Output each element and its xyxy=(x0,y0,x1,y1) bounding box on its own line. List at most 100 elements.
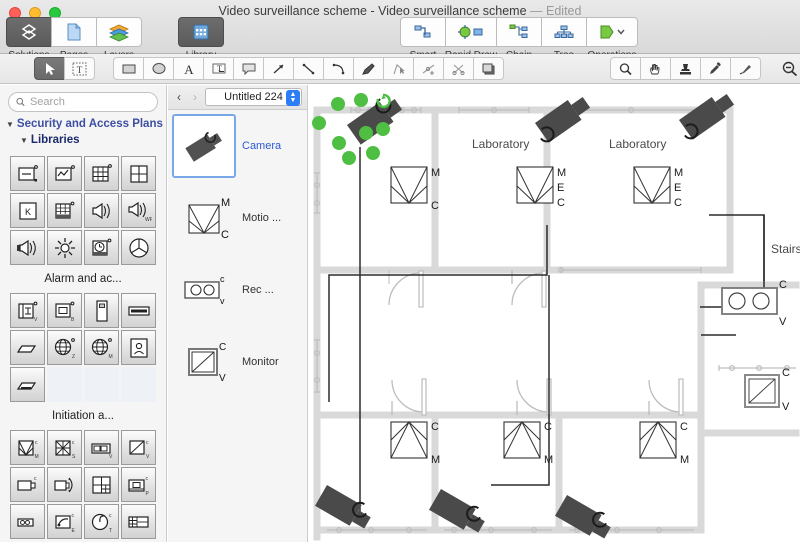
hand-tool-button[interactable] xyxy=(640,57,671,80)
sidebar-item-security-and-access-plans[interactable]: ▼ Security and Access Plans xyxy=(0,116,166,132)
shape-item-monitor[interactable]: C V Monitor xyxy=(168,326,307,398)
library-button[interactable]: Library xyxy=(178,17,224,47)
scanner-shape-cell[interactable] xyxy=(10,330,45,365)
ellipse-tool-button[interactable] xyxy=(143,57,174,80)
disclosure-triangle-icon[interactable]: ▼ xyxy=(20,136,28,145)
solutions-button[interactable]: Solutions xyxy=(6,17,52,47)
camera-box-shape-cell[interactable]: c xyxy=(10,467,45,502)
rectangle-tool-button[interactable] xyxy=(113,57,144,80)
stepper-updown-icon[interactable]: ▲▼ xyxy=(286,90,300,106)
solutions-sidebar[interactable]: ▼ Security and Access Plans ▼ Libraries xyxy=(0,85,167,542)
chain-button[interactable]: Chain xyxy=(496,17,542,47)
camera-bottom-3[interactable] xyxy=(555,493,615,542)
shape-item-motion-detector[interactable]: M C Motio ... xyxy=(168,182,307,254)
motion-detector[interactable] xyxy=(504,422,540,458)
layers-button[interactable]: Layers xyxy=(96,17,142,47)
printer-shape-cell[interactable]: c P xyxy=(121,467,156,502)
selection-handle[interactable] xyxy=(331,97,345,111)
search-box[interactable] xyxy=(8,92,158,112)
keypad-shape-cell[interactable] xyxy=(47,193,82,228)
window-grid-shape-cell[interactable] xyxy=(121,156,156,191)
shadow-tool-button[interactable] xyxy=(473,57,504,80)
arc-tool-button[interactable] xyxy=(323,57,354,80)
drawing-canvas[interactable]: Laboratory Laboratory Stairs M C M E C M… xyxy=(309,85,800,542)
format-painter-tool-button[interactable] xyxy=(730,57,761,80)
search-input[interactable] xyxy=(30,96,150,108)
sidebar-item-libraries[interactable]: ▼ Libraries xyxy=(0,132,166,148)
recorder-device[interactable] xyxy=(722,288,777,314)
k-box-shape-cell[interactable]: K xyxy=(10,193,45,228)
camera-bottom-1[interactable] xyxy=(315,483,375,533)
document-select[interactable]: Untitled 224 ▲▼ xyxy=(205,88,302,106)
speaker-shape-cell[interactable] xyxy=(10,230,45,265)
arrow-tool-button[interactable] xyxy=(263,57,294,80)
pull-station-shape-cell[interactable]: V xyxy=(10,293,45,328)
zoom-tool-button[interactable] xyxy=(610,57,641,80)
multiplexer-shape-cell[interactable] xyxy=(121,504,156,539)
motion-detector-shape-cell[interactable]: c M xyxy=(10,430,45,465)
pointer-tool-button[interactable] xyxy=(34,57,65,80)
motion-detector[interactable] xyxy=(517,167,553,203)
selection-handle[interactable] xyxy=(342,151,356,165)
motion-detector[interactable] xyxy=(391,167,427,203)
bar-sensor-shape-cell[interactable] xyxy=(121,293,156,328)
camera-lab-1[interactable] xyxy=(532,92,593,145)
annunciator-shape-cell[interactable] xyxy=(10,156,45,191)
globe-z-shape-cell[interactable]: Z xyxy=(47,330,82,365)
motion-detector[interactable] xyxy=(640,422,676,458)
vcr-shape-cell[interactable] xyxy=(10,504,45,539)
edit-point-tool-button[interactable] xyxy=(383,57,414,80)
selection-handle[interactable] xyxy=(312,116,326,130)
text-select-tool-button[interactable]: T xyxy=(64,57,95,80)
badge-reader-shape-cell[interactable] xyxy=(121,330,156,365)
horn-weather-shape-cell[interactable]: WP xyxy=(121,193,156,228)
motion-detector[interactable] xyxy=(634,167,670,203)
monitor-shape-thumb[interactable]: C V xyxy=(172,330,236,394)
selection-handle[interactable] xyxy=(332,136,346,150)
card-printer-shape-cell[interactable] xyxy=(10,367,45,402)
stamp-tool-button[interactable] xyxy=(670,57,701,80)
call-point-shape-cell[interactable]: B xyxy=(47,293,82,328)
add-point-tool-button[interactable] xyxy=(413,57,444,80)
text-tool-button[interactable]: A xyxy=(173,57,204,80)
disclosure-triangle-icon[interactable]: ▼ xyxy=(6,120,14,129)
selection-handle[interactable] xyxy=(359,126,373,140)
selection-handle[interactable] xyxy=(376,122,390,136)
monitor-device[interactable] xyxy=(745,375,779,407)
strobe-shape-cell[interactable] xyxy=(47,230,82,265)
quad-view-shape-cell[interactable] xyxy=(84,467,119,502)
siren-shape-cell[interactable] xyxy=(121,230,156,265)
camera-shape-thumb[interactable] xyxy=(172,114,236,178)
line-tool-button[interactable] xyxy=(293,57,324,80)
tree-button[interactable]: Tree xyxy=(541,17,587,47)
document-shapes-panel[interactable]: ‹ › Untitled 224 ▲▼ Camera xyxy=(168,85,308,542)
callout-tool-button[interactable] xyxy=(233,57,264,80)
pages-button[interactable]: Pages xyxy=(51,17,97,47)
selection-handle[interactable] xyxy=(366,146,380,160)
recorder-shape-cell[interactable]: V xyxy=(84,430,119,465)
door-contact-shape-cell[interactable] xyxy=(84,293,119,328)
glassbreak-shape-cell[interactable]: c S xyxy=(47,430,82,465)
clock-shape-cell[interactable] xyxy=(84,230,119,265)
ptz-camera-shape-cell[interactable] xyxy=(47,467,82,502)
eyedropper-tool-button[interactable] xyxy=(700,57,731,80)
rapid-draw-button[interactable]: Rapid Draw xyxy=(445,17,497,47)
shape-item-recorder[interactable]: c v Rec ... xyxy=(168,254,307,326)
recorder-shape-thumb[interactable]: c v xyxy=(172,258,236,322)
dome-camera-shape-cell[interactable]: c E xyxy=(47,504,82,539)
keypad-grid-shape-cell[interactable] xyxy=(84,156,119,191)
motion-detector[interactable] xyxy=(391,422,427,458)
graph-panel-shape-cell[interactable] xyxy=(47,156,82,191)
chevron-left-icon[interactable]: ‹ xyxy=(173,90,185,104)
text-box-tool-button[interactable]: T xyxy=(203,57,234,80)
motion-detector-shape-thumb[interactable]: M C xyxy=(172,186,236,250)
chevron-right-icon[interactable]: › xyxy=(189,90,201,104)
pen-tool-button[interactable] xyxy=(353,57,384,80)
tilt-camera-shape-cell[interactable]: c T xyxy=(84,504,119,539)
zoom-out-button[interactable] xyxy=(774,57,800,80)
horn-shape-cell[interactable] xyxy=(84,193,119,228)
operations-button[interactable]: Operations xyxy=(586,17,638,47)
smart-button[interactable]: Smart xyxy=(400,17,446,47)
globe-m-shape-cell[interactable]: M xyxy=(84,330,119,365)
selection-handle[interactable] xyxy=(354,93,368,107)
